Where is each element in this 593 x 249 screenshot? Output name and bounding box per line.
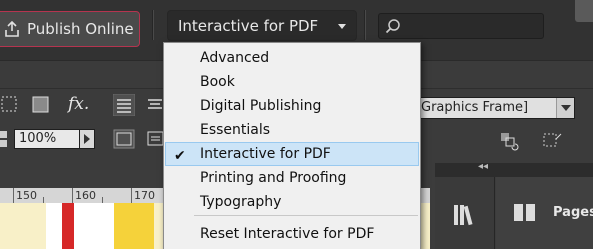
ruler-tick [13,188,14,203]
menu-item-label: Essentials [200,122,271,138]
library-icon[interactable] [452,202,478,228]
publish-online-label: Publish Online [27,20,134,38]
zoom-input[interactable]: 100% [14,129,80,149]
checkmark-icon: ✔ [174,148,186,164]
zoom-stepper-button[interactable] [79,129,95,149]
pages-panel-label: Pages [553,205,593,220]
window-control-button[interactable] [575,0,593,22]
menu-item-advanced[interactable]: Advanced [165,46,419,70]
panel-dock-header[interactable]: ◂◂ [435,161,593,177]
menu-item-label: Advanced [200,50,270,66]
menu-item-reset-workspace[interactable]: Reset Interactive for PDF [165,222,419,246]
selection-options-icon[interactable] [0,94,22,116]
publish-icon [5,21,19,37]
pages-icon [514,204,535,221]
menu-item-label: Interactive for PDF [200,146,331,162]
workspace-label: Interactive for PDF [178,16,319,35]
canvas-yellow-block [114,203,154,249]
chevron-down-icon[interactable] [556,98,574,118]
canvas-page-edge [46,203,62,249]
ruler-label: 150 [16,189,37,202]
canvas-red-bleed [62,203,74,249]
menu-divider [194,215,418,216]
menu-item-typography[interactable]: Typography [165,190,419,214]
menu-item-book[interactable]: Book [165,70,419,94]
toolbar-divider [152,10,154,40]
menu-item-essentials[interactable]: Essentials [165,118,419,142]
menu-item-printing-and-proofing[interactable]: Printing and Proofing [165,166,419,190]
workspace-menu: Advanced Book Digital Publishing Essenti… [163,42,421,249]
ruler-label: 160 [75,189,96,202]
menu-item-label: Typography [200,194,282,210]
object-style-select[interactable]: Graphics Frame] [416,97,575,119]
menu-item-label: Digital Publishing [200,98,322,114]
search-icon [385,19,400,34]
panel-icon-column [435,177,495,249]
workspace-switcher[interactable]: Interactive for PDF [167,10,357,41]
chevron-down-icon [338,24,346,29]
ruler-label: 170 [134,189,155,202]
menu-item-label: Reset Interactive for PDF [200,226,375,242]
effects-fx-icon[interactable]: fx. [68,94,90,116]
clear-overrides-icon[interactable] [499,131,521,153]
ruler-tick [131,188,132,203]
toolbar-divider [364,10,366,40]
columns-icon[interactable] [113,128,135,150]
collapse-panels-icon[interactable]: ◂◂ [478,161,488,172]
object-style-value: Graphics Frame] [421,100,529,115]
menu-item-label: Book [200,74,235,90]
canvas-page [74,203,114,249]
menu-item-digital-publishing[interactable]: Digital Publishing [165,94,419,118]
auto-fit-icon[interactable] [541,131,563,153]
publish-online-button[interactable]: Publish Online [0,11,140,47]
frame-fill-icon[interactable] [30,94,52,116]
menu-item-interactive-for-pdf[interactable]: ✔ Interactive for PDF [165,142,419,166]
search-input[interactable] [378,13,544,39]
menu-item-label: Printing and Proofing [200,170,347,186]
align-left-icon[interactable] [113,94,135,116]
ruler-tick [72,188,73,203]
